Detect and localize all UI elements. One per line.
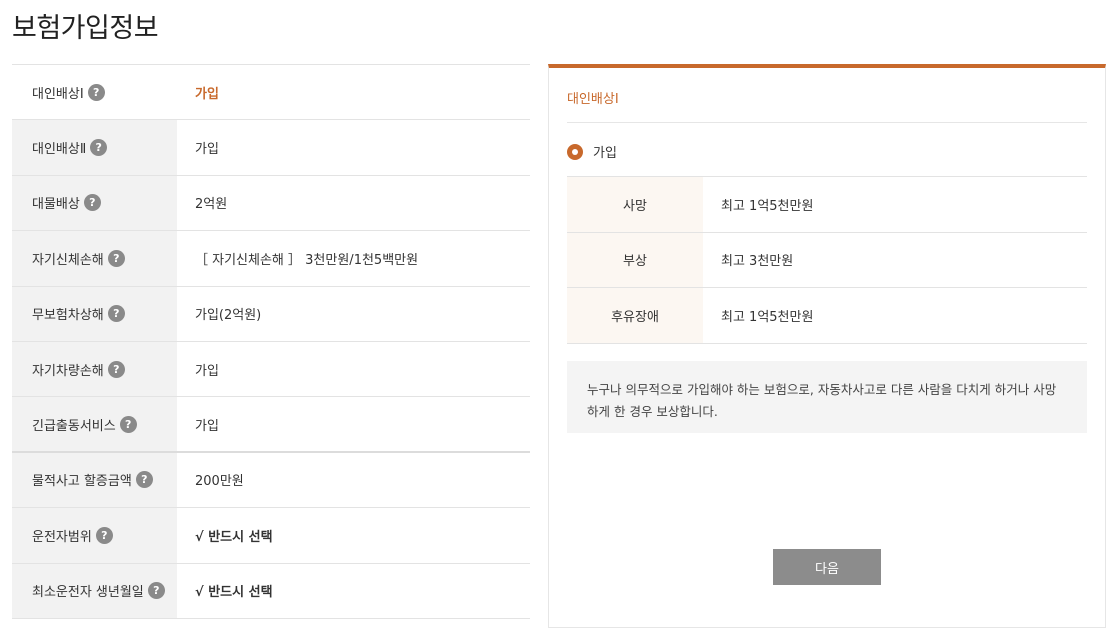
row-label: 대인배상Ⅱ <box>32 142 87 158</box>
help-icon[interactable]: ? <box>135 471 153 489</box>
row-value: 가입 <box>177 341 530 397</box>
help-icon[interactable]: ? <box>90 139 108 157</box>
coverage-row-property-damage[interactable]: 대물배상? 2억원 <box>12 175 530 232</box>
table-row: 사망 최고 1억5천만원 <box>567 177 1087 233</box>
help-icon[interactable]: ? <box>107 249 125 267</box>
option-join-radio[interactable]: 가입 <box>567 142 617 161</box>
coverage-limit-label: 후유장애 <box>567 288 703 343</box>
radio-label: 가입 <box>593 146 617 161</box>
help-icon[interactable]: ? <box>107 305 125 323</box>
coverage-row-min-driver-birthdate[interactable]: 최소운전자 생년월일? √ 반드시 선택 <box>12 563 530 619</box>
row-label: 최소운전자 생년월일 <box>32 585 144 601</box>
coverage-detail-panel: 대인배상Ⅰ 가입 사망 최고 1억5천만원 부상 최고 3천만원 후유장애 최고… <box>548 64 1106 628</box>
row-label: 운전자범위 <box>32 529 92 545</box>
coverage-row-driver-scope[interactable]: 운전자범위? √ 반드시 선택 <box>12 508 530 564</box>
row-label: 대물배상 <box>32 197 80 213</box>
divider <box>567 122 1087 123</box>
coverage-row-own-vehicle[interactable]: 자기차량손해? 가입 <box>12 341 530 398</box>
detail-title: 대인배상Ⅰ <box>567 92 619 107</box>
coverage-limit-table: 사망 최고 1억5천만원 부상 최고 3천만원 후유장애 최고 1억5천만원 <box>567 176 1087 344</box>
coverage-description: 누구나 의무적으로 가입해야 하는 보험으로, 자동차사고로 다른 사람을 다치… <box>567 361 1087 433</box>
row-value: ［ 자기신체손해 ］ 3천만원/1천5백만원 <box>177 231 530 286</box>
help-icon[interactable]: ? <box>95 526 113 544</box>
row-label: 자기차량손해 <box>32 363 104 379</box>
coverage-limit-label: 부상 <box>567 232 703 287</box>
row-value: 가입 <box>177 120 530 175</box>
help-icon[interactable]: ? <box>87 83 105 101</box>
row-label: 대인배상Ⅰ <box>32 86 84 102</box>
table-row: 후유장애 최고 1억5천만원 <box>567 288 1087 344</box>
row-value: 가입 <box>177 397 530 451</box>
row-value: 가입 <box>177 65 530 120</box>
coverage-row-uninsured-motorist[interactable]: 무보험차상해? 가입(2억원) <box>12 286 530 342</box>
help-icon[interactable]: ? <box>147 582 165 600</box>
coverage-row-self-injury[interactable]: 자기신체손해? ［ 자기신체손해 ］ 3천만원/1천5백만원 <box>12 231 530 287</box>
coverage-limit-value: 최고 3천만원 <box>721 254 794 270</box>
coverage-row-bodily-injury-2[interactable]: 대인배상Ⅱ? 가입 <box>12 120 530 176</box>
row-value: 가입(2억원) <box>177 286 530 341</box>
next-button[interactable]: 다음 <box>773 549 881 585</box>
help-icon[interactable]: ? <box>107 360 125 378</box>
help-icon[interactable]: ? <box>119 415 137 433</box>
row-value: 200만원 <box>177 452 530 508</box>
coverage-row-emergency-service[interactable]: 긴급출동서비스? 가입 <box>12 397 530 453</box>
coverage-row-bodily-injury-1[interactable]: 대인배상Ⅰ? 가입 <box>12 65 530 121</box>
row-value: √ 반드시 선택 <box>177 563 530 618</box>
row-label: 무보험차상해 <box>32 308 104 324</box>
coverage-limit-value: 최고 1억5천만원 <box>721 198 814 214</box>
row-label: 긴급출동서비스 <box>32 418 116 434</box>
table-row: 부상 최고 3천만원 <box>567 232 1087 288</box>
help-icon[interactable]: ? <box>83 194 101 212</box>
row-label: 자기신체손해 <box>32 252 104 268</box>
page-title: 보험가입정보 <box>12 13 159 44</box>
coverage-limit-label: 사망 <box>567 177 703 232</box>
row-value: 2억원 <box>177 175 530 231</box>
coverage-list: 대인배상Ⅰ? 가입 대인배상Ⅱ? 가입 대물배상? 2억원 자기신체손해? ［ … <box>12 64 530 619</box>
coverage-row-surcharge-amount[interactable]: 물적사고 할증금액? 200만원 <box>12 452 530 509</box>
row-label: 물적사고 할증금액 <box>32 474 132 490</box>
coverage-limit-value: 최고 1억5천만원 <box>721 309 814 325</box>
radio-selected-icon[interactable] <box>567 143 583 160</box>
row-value: √ 반드시 선택 <box>177 508 530 563</box>
